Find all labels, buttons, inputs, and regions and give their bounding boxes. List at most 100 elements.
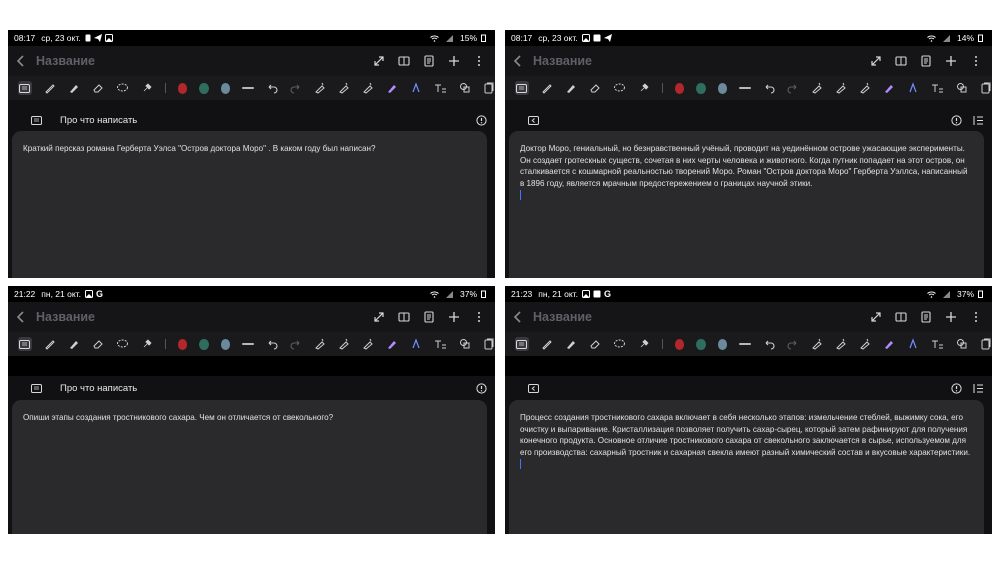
ai-back-icon[interactable]	[527, 382, 539, 394]
copy-icon[interactable]	[483, 338, 495, 351]
brush-icon[interactable]	[835, 82, 847, 95]
copy-icon[interactable]	[483, 82, 495, 95]
calligraphy-icon[interactable]	[859, 82, 871, 95]
shape-pen-icon[interactable]	[410, 338, 422, 351]
expand-icon[interactable]	[373, 311, 385, 323]
page-icon[interactable]	[423, 311, 435, 323]
expand-icon[interactable]	[870, 311, 882, 323]
undo-icon[interactable]	[763, 338, 775, 351]
shapes-icon[interactable]	[956, 82, 968, 95]
highlighter-icon[interactable]	[386, 338, 398, 351]
line-width-icon[interactable]	[241, 343, 254, 345]
color-swatch[interactable]	[220, 338, 230, 350]
pen-icon[interactable]	[44, 338, 56, 351]
ai-text-card[interactable]: Процесс создания тростникового сахара вк…	[509, 400, 984, 534]
color-swatch[interactable]	[696, 82, 706, 94]
list-icon[interactable]	[972, 114, 984, 126]
note-title[interactable]: Название	[533, 310, 592, 324]
back-icon[interactable]	[511, 307, 525, 327]
more-icon[interactable]	[970, 311, 982, 323]
shape-pen-icon[interactable]	[907, 82, 919, 95]
keyboard-icon[interactable]	[515, 337, 529, 351]
lasso-icon[interactable]	[116, 82, 129, 95]
redo-icon[interactable]	[787, 338, 799, 351]
color-swatch[interactable]	[674, 338, 685, 350]
info-icon[interactable]	[950, 114, 962, 126]
book-view-icon[interactable]	[398, 311, 410, 323]
pen-tool-icon[interactable]	[314, 338, 326, 351]
back-icon[interactable]	[511, 51, 525, 71]
text-format-icon[interactable]	[931, 82, 944, 95]
undo-icon[interactable]	[266, 338, 278, 351]
undo-icon[interactable]	[763, 82, 775, 95]
lasso-icon[interactable]	[116, 338, 129, 351]
info-icon[interactable]	[475, 382, 487, 394]
page-icon[interactable]	[920, 55, 932, 67]
eraser-icon[interactable]	[589, 82, 601, 95]
text-format-icon[interactable]	[434, 338, 447, 351]
note-title[interactable]: Название	[36, 310, 95, 324]
color-swatch[interactable]	[199, 82, 209, 94]
add-icon[interactable]	[448, 55, 460, 67]
page-icon[interactable]	[920, 311, 932, 323]
keyboard-icon[interactable]	[18, 81, 32, 95]
pen-tool-icon[interactable]	[811, 338, 823, 351]
shape-pen-icon[interactable]	[907, 338, 919, 351]
shapes-icon[interactable]	[459, 338, 471, 351]
line-width-icon[interactable]	[738, 87, 751, 89]
add-icon[interactable]	[945, 311, 957, 323]
calligraphy-icon[interactable]	[859, 338, 871, 351]
ai-text-card[interactable]: Доктор Моро, гениальный, но безнравствен…	[509, 131, 984, 278]
brush-icon[interactable]	[835, 338, 847, 351]
back-icon[interactable]	[14, 307, 28, 327]
pen-icon[interactable]	[44, 82, 56, 95]
info-icon[interactable]	[475, 114, 487, 126]
brush-icon[interactable]	[338, 338, 350, 351]
book-view-icon[interactable]	[398, 55, 410, 67]
eraser-icon[interactable]	[92, 82, 104, 95]
color-swatch[interactable]	[717, 82, 727, 94]
shapes-icon[interactable]	[956, 338, 968, 351]
expand-icon[interactable]	[373, 55, 385, 67]
ai-back-icon[interactable]	[527, 114, 539, 126]
color-swatch[interactable]	[220, 82, 230, 94]
pen-tool-icon[interactable]	[811, 82, 823, 95]
keyboard-icon[interactable]	[30, 382, 42, 394]
pin-icon[interactable]	[638, 338, 650, 351]
eraser-icon[interactable]	[589, 338, 601, 351]
more-icon[interactable]	[473, 55, 485, 67]
color-swatch[interactable]	[717, 338, 727, 350]
undo-icon[interactable]	[266, 82, 278, 95]
copy-icon[interactable]	[980, 82, 992, 95]
marker-icon[interactable]	[565, 82, 577, 95]
eraser-icon[interactable]	[92, 338, 104, 351]
color-swatch[interactable]	[177, 82, 188, 94]
calligraphy-icon[interactable]	[362, 338, 374, 351]
note-title[interactable]: Название	[36, 54, 95, 68]
add-icon[interactable]	[945, 55, 957, 67]
text-format-icon[interactable]	[931, 338, 944, 351]
pin-icon[interactable]	[638, 82, 650, 95]
highlighter-icon[interactable]	[386, 82, 398, 95]
copy-icon[interactable]	[980, 338, 992, 351]
marker-icon[interactable]	[68, 338, 80, 351]
more-icon[interactable]	[473, 311, 485, 323]
lasso-icon[interactable]	[613, 338, 626, 351]
line-width-icon[interactable]	[738, 343, 751, 345]
keyboard-icon[interactable]	[18, 337, 32, 351]
expand-icon[interactable]	[870, 55, 882, 67]
keyboard-icon[interactable]	[30, 114, 42, 126]
shapes-icon[interactable]	[459, 82, 471, 95]
keyboard-icon[interactable]	[515, 81, 529, 95]
pen-tool-icon[interactable]	[314, 82, 326, 95]
pen-icon[interactable]	[541, 82, 553, 95]
brush-icon[interactable]	[338, 82, 350, 95]
calligraphy-icon[interactable]	[362, 82, 374, 95]
ai-text-card[interactable]: Краткий персказ романа Герберта Уэлса "О…	[12, 131, 487, 278]
highlighter-icon[interactable]	[883, 338, 895, 351]
marker-icon[interactable]	[68, 82, 80, 95]
list-icon[interactable]	[972, 382, 984, 394]
pen-icon[interactable]	[541, 338, 553, 351]
redo-icon[interactable]	[290, 82, 302, 95]
pin-icon[interactable]	[141, 338, 153, 351]
